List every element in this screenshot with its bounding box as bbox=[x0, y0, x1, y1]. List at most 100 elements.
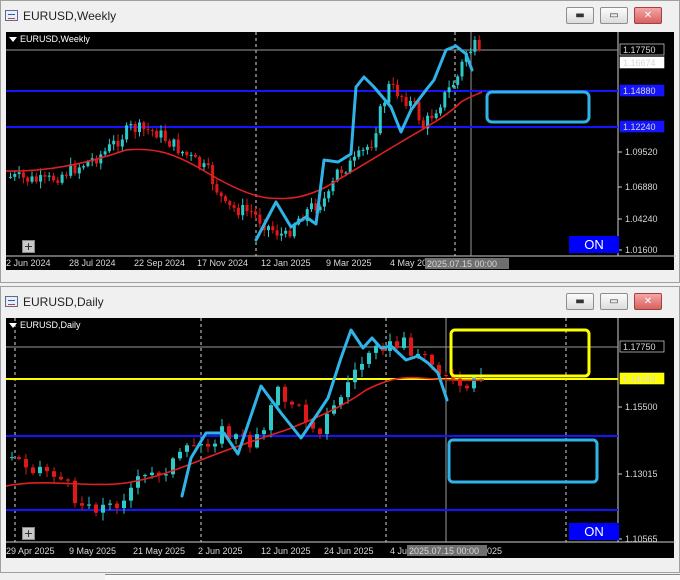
candle-body bbox=[60, 174, 64, 183]
candle-body bbox=[66, 479, 70, 481]
candle-body bbox=[271, 226, 275, 231]
date-tick-label: 22 Sep 2024 bbox=[134, 258, 185, 268]
candle-body bbox=[192, 445, 196, 447]
candle-body bbox=[262, 430, 266, 435]
candle-body bbox=[421, 120, 425, 129]
candle-body bbox=[456, 76, 460, 85]
candle-body bbox=[112, 140, 116, 145]
candle-body bbox=[241, 205, 245, 216]
candle-body bbox=[249, 211, 253, 213]
weekly-chart-window: EURUSD,Weekly ▬ ▭ ✕ 1.09520 1.06880 1.0424… bbox=[0, 0, 680, 283]
candle-body bbox=[465, 385, 469, 389]
candle-body bbox=[443, 92, 447, 108]
candle-body bbox=[159, 130, 163, 138]
daily-chart-window: EURUSD,Daily ▬ ▭ ✕ 1.15500 1.13015 1.10565… bbox=[0, 286, 680, 573]
weekly-crosshair-button[interactable]: + bbox=[22, 240, 35, 253]
date-tick-label: 9 Mar 2025 bbox=[326, 258, 372, 268]
candle-body bbox=[396, 84, 399, 97]
price-tick-label: 1.06880 bbox=[625, 182, 658, 192]
crosshair-time-label: 2025.07.15 00:00 bbox=[427, 259, 497, 269]
candle-body bbox=[220, 426, 224, 444]
candle-body bbox=[228, 201, 232, 206]
candle-body bbox=[357, 150, 361, 157]
weekly-symbol-label: EURUSD,Weekly bbox=[20, 34, 90, 44]
maximize-icon: ▭ bbox=[609, 296, 619, 307]
daily-close-button[interactable]: ✕ bbox=[634, 293, 662, 310]
candle-body bbox=[142, 122, 146, 130]
candle-body bbox=[232, 205, 236, 208]
weekly-titlebar[interactable]: EURUSD,Weekly ▬ ▭ ✕ bbox=[1, 1, 679, 31]
weekly-close-button[interactable]: ✕ bbox=[634, 7, 662, 24]
weekly-chart-canvas[interactable]: 1.09520 1.06880 1.04240 1.01600 1.17750 1.166… bbox=[6, 32, 676, 270]
candle-body bbox=[383, 102, 387, 107]
price-tick-label: 1.15500 bbox=[625, 402, 658, 412]
candle-body bbox=[13, 174, 17, 177]
candle-body bbox=[43, 175, 47, 177]
candle-body bbox=[318, 428, 322, 435]
candle-body bbox=[21, 172, 25, 178]
candle-body bbox=[404, 96, 408, 106]
candle-body bbox=[185, 151, 189, 156]
daily-chart-canvas[interactable]: 1.15500 1.13015 1.10565 1.17750 1.16493 29 Ap… bbox=[6, 318, 676, 558]
close-icon: ✕ bbox=[643, 10, 653, 21]
price-tag-current: 1.16674 bbox=[623, 58, 656, 68]
price-tag-crosshair: 1.17750 bbox=[623, 342, 656, 352]
weekly-minimize-button[interactable]: ▬ bbox=[566, 7, 594, 24]
symbol-dropdown-icon[interactable] bbox=[9, 37, 17, 42]
daily-on-button[interactable]: ON bbox=[569, 523, 619, 540]
candle-body bbox=[365, 146, 369, 150]
candle-body bbox=[17, 172, 21, 175]
candle-body bbox=[47, 175, 51, 177]
candle-body bbox=[164, 474, 168, 476]
price-tick-label: 1.04240 bbox=[625, 214, 658, 224]
daily-titlebar[interactable]: EURUSD,Daily ▬ ▭ ✕ bbox=[1, 287, 679, 317]
candle-body bbox=[116, 140, 120, 147]
candle-body bbox=[469, 51, 473, 53]
candle-body bbox=[447, 87, 451, 93]
drawn-trend-path bbox=[180, 328, 449, 498]
status-strip bbox=[105, 574, 680, 580]
candle-body bbox=[80, 503, 84, 506]
candle-body bbox=[344, 172, 348, 174]
candle-body bbox=[136, 476, 140, 488]
candle-body bbox=[94, 504, 98, 513]
candle-body bbox=[430, 115, 434, 119]
candle-body bbox=[234, 434, 238, 439]
candle-body bbox=[346, 382, 350, 398]
candle-body bbox=[348, 160, 352, 173]
symbol-dropdown-icon[interactable] bbox=[9, 323, 17, 328]
price-tag-support: 1.12240 bbox=[623, 122, 656, 132]
weekly-window-title: EURUSD,Weekly bbox=[23, 9, 117, 23]
candle-body bbox=[374, 133, 378, 148]
candle-body bbox=[133, 124, 137, 132]
candle-body bbox=[245, 205, 249, 212]
candle-body bbox=[143, 475, 147, 477]
candle-body bbox=[24, 458, 28, 468]
candle-body bbox=[129, 487, 133, 501]
candle-body bbox=[138, 122, 141, 132]
candle-body bbox=[275, 230, 279, 236]
candle-body bbox=[224, 196, 227, 202]
candle-body bbox=[45, 466, 49, 472]
weekly-maximize-button[interactable]: ▭ bbox=[600, 7, 628, 24]
date-tick-label: 12 Jan 2025 bbox=[261, 258, 311, 268]
chart-window-icon bbox=[5, 296, 18, 307]
candle-body bbox=[9, 176, 12, 178]
candle-body bbox=[38, 466, 42, 474]
candle-body bbox=[108, 503, 112, 505]
candle-body bbox=[206, 443, 210, 447]
price-tick-label: 1.13015 bbox=[625, 469, 658, 479]
candle-body bbox=[434, 113, 438, 119]
candle-body bbox=[129, 124, 133, 126]
weekly-on-button[interactable]: ON bbox=[569, 236, 619, 253]
candle-body bbox=[408, 100, 412, 106]
price-tick-label: 1.09520 bbox=[625, 147, 658, 157]
daily-crosshair-button[interactable]: + bbox=[22, 527, 35, 540]
candle-body bbox=[103, 151, 107, 155]
daily-maximize-button[interactable]: ▭ bbox=[600, 293, 628, 310]
date-tick-label: 29 Apr 2025 bbox=[6, 546, 55, 556]
target-zone-box-blue bbox=[447, 438, 599, 484]
candle-body bbox=[367, 352, 371, 364]
daily-minimize-button[interactable]: ▬ bbox=[566, 293, 594, 310]
candle-body bbox=[473, 40, 477, 52]
